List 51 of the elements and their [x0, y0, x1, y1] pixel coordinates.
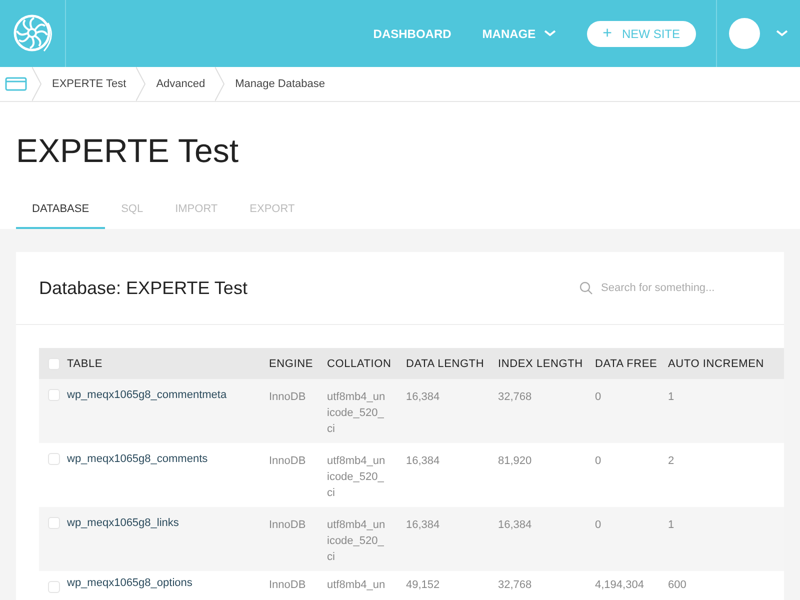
- breadcrumb-link[interactable]: Advanced: [146, 67, 216, 101]
- table-cell-text: 32,768: [498, 578, 533, 593]
- table-cell-text: 0: [595, 518, 602, 533]
- table-cell-text: utf8mb4_unicode_520_ci: [327, 454, 386, 501]
- table-cell-text: 81,920: [498, 454, 533, 469]
- avatar[interactable]: [729, 18, 760, 49]
- column-header: AUTO INCREMEN: [668, 358, 765, 370]
- table-cell-text: InnoDB: [269, 390, 307, 405]
- table-cell-text: 0: [595, 454, 602, 469]
- column-header: TABLE: [67, 358, 104, 370]
- checkbox[interactable]: [48, 581, 60, 593]
- table-cell-text: 16,384: [498, 518, 533, 533]
- chevron-down-icon: [544, 30, 556, 37]
- table-cell-text: 16,384: [406, 390, 441, 405]
- column-header: DATA LENGTH: [406, 358, 486, 370]
- tab[interactable]: DATABASE: [16, 203, 106, 229]
- table-cell-text: 49,152: [406, 578, 441, 593]
- checkbox[interactable]: [48, 389, 60, 401]
- page-title: EXPERTE Test: [16, 132, 239, 170]
- browser-window-icon[interactable]: [5, 77, 27, 91]
- table-name-link[interactable]: wp_meqx1065g8_links: [67, 507, 269, 529]
- table-cell-text: 0: [595, 390, 602, 405]
- table-cell-text: 4,194,304: [595, 578, 645, 593]
- table-cell-text: 600: [668, 578, 688, 593]
- table-cell-text: InnoDB: [269, 454, 307, 469]
- table-cell-text: InnoDB: [269, 578, 307, 593]
- search-icon: [579, 281, 593, 295]
- table-name-link[interactable]: wp_meqx1065g8_commentmeta: [67, 379, 269, 401]
- checkbox[interactable]: [48, 517, 60, 529]
- table-cell-text: 1: [668, 390, 676, 405]
- table-cell-text: utf8mb4_unicode_520_ci: [327, 390, 386, 437]
- table-name-link[interactable]: wp_meqx1065g8_options: [67, 571, 269, 589]
- breadcrumb-link[interactable]: EXPERTE Test: [42, 67, 136, 101]
- table-cell-text: 16,384: [406, 518, 441, 533]
- card-title: Database: EXPERTE Test: [39, 278, 248, 298]
- column-header: DATA FREE: [595, 358, 658, 370]
- table-cell-text: utf8mb4_unicode_520_ci: [327, 518, 386, 565]
- table-cell-text: utf8mb4_un: [327, 578, 386, 593]
- column-header: COLLATION: [327, 358, 392, 370]
- table-cell-text: 16,384: [406, 454, 441, 469]
- table-cell-text: 32,768: [498, 390, 533, 405]
- column-header: INDEX LENGTH: [498, 358, 584, 370]
- chevron-down-icon[interactable]: [776, 30, 788, 37]
- table-cell-text: 2: [668, 454, 676, 469]
- table-name-link[interactable]: wp_meqx1065g8_comments: [67, 443, 269, 465]
- checkbox[interactable]: [48, 453, 60, 465]
- checkbox[interactable]: [48, 358, 60, 370]
- table-cell-text: InnoDB: [269, 518, 307, 533]
- breadcrumb-link[interactable]: Manage Database: [225, 67, 336, 101]
- column-header: ENGINE: [269, 358, 314, 370]
- table-cell-text: 1: [668, 518, 676, 533]
